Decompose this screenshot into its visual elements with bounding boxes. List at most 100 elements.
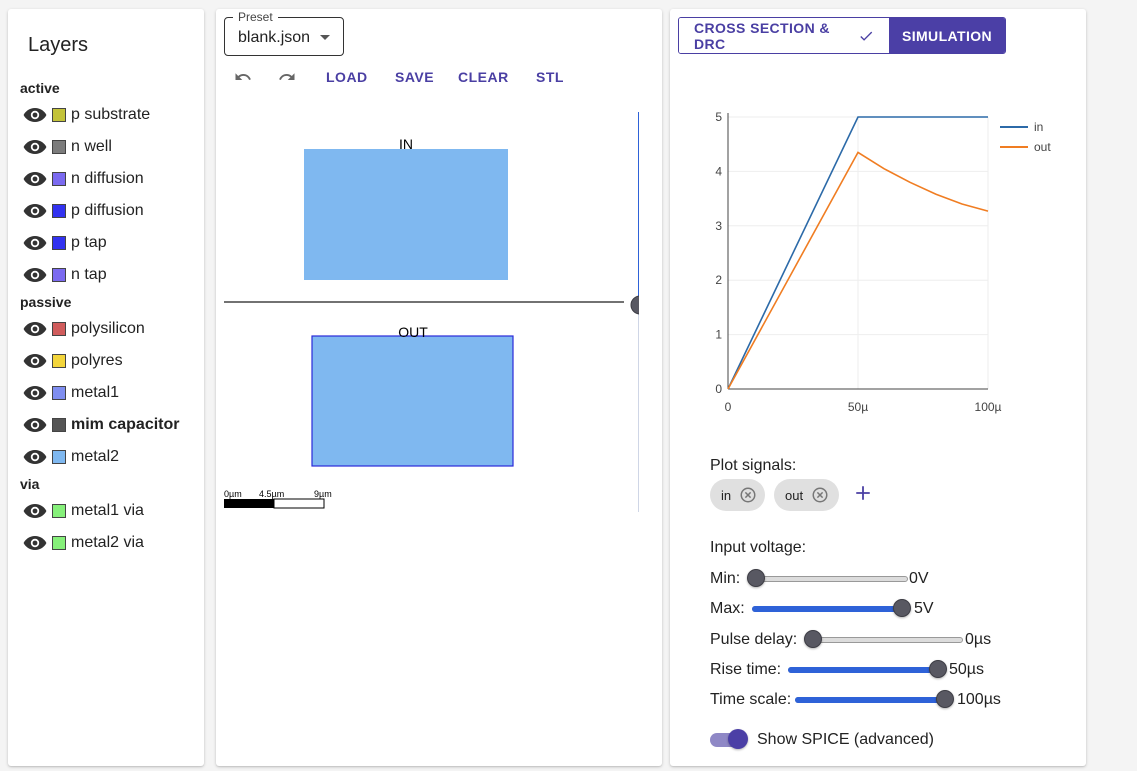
slider-thumb[interactable] [747, 569, 765, 587]
spice-toggle[interactable] [710, 729, 750, 749]
layer-row[interactable]: metal1 [23, 381, 119, 405]
layer-row[interactable]: n well [23, 135, 112, 159]
slider-thumb[interactable] [804, 630, 822, 648]
add-signal-icon[interactable] [854, 484, 872, 502]
visibility-eye-icon[interactable] [23, 385, 47, 401]
layer-row[interactable]: mim capacitor [23, 413, 179, 437]
slider-value: 5V [914, 600, 934, 617]
remove-signal-icon[interactable] [811, 486, 829, 504]
section-slider-thumb[interactable] [630, 295, 639, 315]
signal-chip-in[interactable]: in [710, 479, 765, 511]
load-button[interactable]: LOAD [326, 69, 368, 85]
preset-value: blank.json [238, 29, 311, 46]
slider-thumb[interactable] [936, 690, 954, 708]
slider-track[interactable] [756, 576, 908, 582]
layer-row[interactable]: polysilicon [23, 317, 145, 341]
layer-name: n tap [71, 266, 107, 283]
simulation-panel: CROSS SECTION & DRC SIMULATION 0 1 2 3 4 5 0 50… [670, 9, 1086, 766]
slider-value: 100µs [957, 691, 1001, 708]
layers-panel: Layers p substrate n well n diffusion p dif… [8, 9, 204, 766]
layer-color-swatch [52, 108, 66, 122]
layer-row[interactable]: p substrate [23, 103, 150, 127]
slider-fill [788, 667, 938, 673]
visibility-eye-icon[interactable] [23, 171, 47, 187]
layer-name: metal1 via [71, 502, 144, 519]
layer-color-swatch [52, 536, 66, 550]
layout-canvas[interactable]: IN OUT 0µm 4.5µm 9µm [224, 104, 639, 514]
layer-color-swatch [52, 354, 66, 368]
spice-toggle-label: Show SPICE (advanced) [757, 731, 934, 748]
slider-fill [795, 697, 945, 703]
plot-signals-label: Plot signals: [710, 457, 797, 474]
layer-row[interactable]: metal1 via [23, 499, 144, 523]
remove-signal-icon[interactable] [739, 486, 757, 504]
check-icon [860, 31, 872, 41]
stl-button[interactable]: STL [536, 69, 564, 85]
scale-label-0: 0µm [224, 489, 242, 499]
layer-group-label: active [20, 80, 60, 96]
slider-label: Rise time: [710, 661, 782, 678]
slider-label: Pulse delay: [710, 631, 798, 648]
layer-name: polysilicon [71, 320, 145, 337]
layer-color-swatch [52, 322, 66, 336]
layers-title: Layers [28, 34, 89, 56]
layer-row[interactable]: p diffusion [23, 199, 144, 223]
metal2-out-rect[interactable] [311, 335, 514, 467]
tab-cross-section-drc[interactable]: CROSS SECTION & DRC [679, 18, 889, 53]
visibility-eye-icon[interactable] [23, 235, 47, 251]
undo-icon[interactable] [232, 68, 254, 86]
clear-button[interactable]: CLEAR [458, 69, 509, 85]
visibility-eye-icon[interactable] [23, 139, 47, 155]
y-tick-label: 5 [715, 110, 722, 124]
y-tick-label: 1 [715, 328, 722, 342]
visibility-eye-icon[interactable] [23, 267, 47, 283]
layer-row[interactable]: n tap [23, 263, 107, 287]
y-tick-label: 0 [715, 382, 722, 396]
visibility-eye-icon[interactable] [23, 503, 47, 519]
visibility-eye-icon[interactable] [23, 321, 47, 337]
visibility-eye-icon[interactable] [23, 535, 47, 551]
x-tick-label: 50µ [848, 400, 868, 414]
signal-chip-out[interactable]: out [774, 479, 839, 511]
layer-color-swatch [52, 504, 66, 518]
visibility-eye-icon[interactable] [23, 107, 47, 123]
y-tick-label: 3 [715, 219, 722, 233]
slider-row: Time scale: 100µs [710, 687, 1050, 711]
slider-thumb[interactable] [893, 599, 911, 617]
layer-row[interactable]: p tap [23, 231, 107, 255]
input-voltage-label: Input voltage: [710, 539, 807, 556]
visibility-eye-icon[interactable] [23, 417, 47, 433]
preset-select[interactable]: Preset blank.json [224, 10, 344, 56]
out-label: OUT [398, 324, 428, 340]
slider-label: Min: [710, 570, 741, 587]
slider-row: Pulse delay: 0µs [710, 627, 1050, 651]
metal2-in-rect[interactable] [304, 149, 508, 280]
layer-row[interactable]: metal2 [23, 445, 119, 469]
slider-track[interactable] [813, 637, 963, 643]
tab-simulation[interactable]: SIMULATION [889, 18, 1005, 53]
layer-name: p tap [71, 234, 107, 251]
x-tick-label: 0 [725, 400, 732, 414]
save-button[interactable]: SAVE [395, 69, 434, 85]
redo-icon[interactable] [276, 68, 298, 86]
slider-label: Time scale: [710, 691, 792, 708]
layer-color-swatch [52, 450, 66, 464]
visibility-eye-icon[interactable] [23, 353, 47, 369]
slider-row: Max: 5V [710, 596, 1050, 620]
scale-bar: 0µm 4.5µm 9µm [224, 489, 332, 509]
voltage-chart[interactable]: 0 1 2 3 4 5 0 50µ 100µ in out [690, 99, 1070, 429]
layer-row[interactable]: n diffusion [23, 167, 144, 191]
slider-row: Rise time: 50µs [710, 657, 1050, 681]
layer-name: metal1 [71, 384, 120, 401]
slider-value: 50µs [949, 661, 985, 678]
legend-label-in: in [1034, 120, 1043, 134]
visibility-eye-icon[interactable] [23, 203, 47, 219]
tab-simulation-label: SIMULATION [901, 27, 993, 44]
layer-row[interactable]: metal2 via [23, 531, 144, 555]
visibility-eye-icon[interactable] [23, 449, 47, 465]
slider-thumb[interactable] [929, 660, 947, 678]
layer-row[interactable]: polyres [23, 349, 123, 373]
layer-name: polyres [71, 352, 123, 369]
view-tabs: CROSS SECTION & DRC SIMULATION [678, 17, 1006, 54]
layer-color-swatch [52, 204, 66, 218]
